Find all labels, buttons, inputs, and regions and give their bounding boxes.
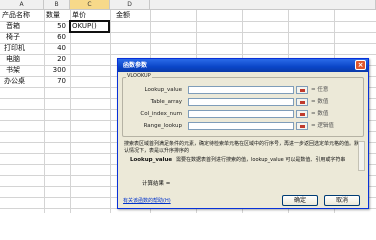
function-description: 搜索表区域首列满足条件的元素，确定待检索单元格在区域中的行序号，再进一步返回选定… [124,141,360,154]
cancel-button[interactable]: 取消 [324,195,360,206]
close-button[interactable]: × [355,60,366,70]
active-cell-c2[interactable]: OKUP() [69,20,110,33]
arg-row-col-index-num: Col_index_num = 数值 [128,110,360,119]
dialog-title: 函数参数 [123,62,148,69]
calculation-result: 计算结果 = [142,181,171,187]
table-array-input[interactable] [188,98,294,106]
close-icon: × [357,61,364,69]
arg-type-hint: = 逻辑值 [311,123,334,129]
quantity-cell[interactable]: 60 [44,32,70,43]
arg-row-table-array: Table_array = 数值 [128,98,360,107]
product-name-cell[interactable]: 书架 [0,65,44,76]
column-header-c[interactable]: C [70,0,110,10]
arg-type-hint: = 任意 [311,87,329,93]
product-name-cell[interactable]: 打印机 [0,43,44,54]
product-name-cell[interactable]: 办公桌 [0,76,44,87]
help-link[interactable]: 有关该函数的帮助(H) [123,197,171,205]
product-name-cell[interactable]: 椅子 [0,32,44,43]
product-name-cell[interactable]: 电脑 [0,54,44,65]
quantity-cell[interactable]: 50 [44,21,70,32]
arg-label: Lookup_value [144,87,182,93]
quantity-cell[interactable]: 300 [44,65,70,76]
arg-label: Col_index_num [140,111,182,117]
arg-type-hint: = 数值 [311,99,329,105]
column-header-e[interactable] [150,0,376,10]
column-header-b[interactable]: B [44,0,70,10]
product-name-cell[interactable]: 音箱 [0,21,44,32]
argument-description-name: Lookup_value [130,157,173,163]
quantity-cell[interactable]: 40 [44,43,70,54]
arg-row-range-lookup: Range_lookup = 逻辑值 [128,122,360,131]
dialog-titlebar[interactable]: 函数参数 × [118,59,368,72]
lookup-value-input[interactable] [188,86,294,94]
collapse-dialog-button[interactable] [296,122,308,130]
col-index-num-input[interactable] [188,110,294,118]
quantity-cell[interactable]: 70 [44,76,70,87]
arg-label: Range_lookup [143,123,182,129]
cell-b1[interactable]: 数量 [44,10,70,21]
ok-button[interactable]: 确定 [282,195,318,206]
arg-label: Table_array [150,99,182,105]
description-scrollbar[interactable] [358,141,365,171]
cell-a1[interactable]: 产品名称 [0,10,44,21]
collapse-dialog-button[interactable] [296,98,308,106]
collapse-dialog-button[interactable] [296,86,308,94]
argument-description-text: 需要在数据表首列进行搜索的值，lookup_value 可以是数值、引用或字符串 [176,157,346,163]
range-lookup-input[interactable] [188,122,294,130]
quantity-cell[interactable]: 20 [44,54,70,65]
function-name-label: VLOOKUP [126,73,152,79]
arg-row-lookup-value: Lookup_value = 任意 [128,86,360,95]
arg-type-hint: = 数值 [311,111,329,117]
column-header-d[interactable]: D [110,0,150,10]
function-arguments-dialog: 函数参数 × VLOOKUP Lookup_value = 任意 Table_a… [117,58,369,209]
cell-d1[interactable]: 金额 [110,10,150,21]
column-header-a[interactable]: A [0,0,44,10]
collapse-dialog-button[interactable] [296,110,308,118]
